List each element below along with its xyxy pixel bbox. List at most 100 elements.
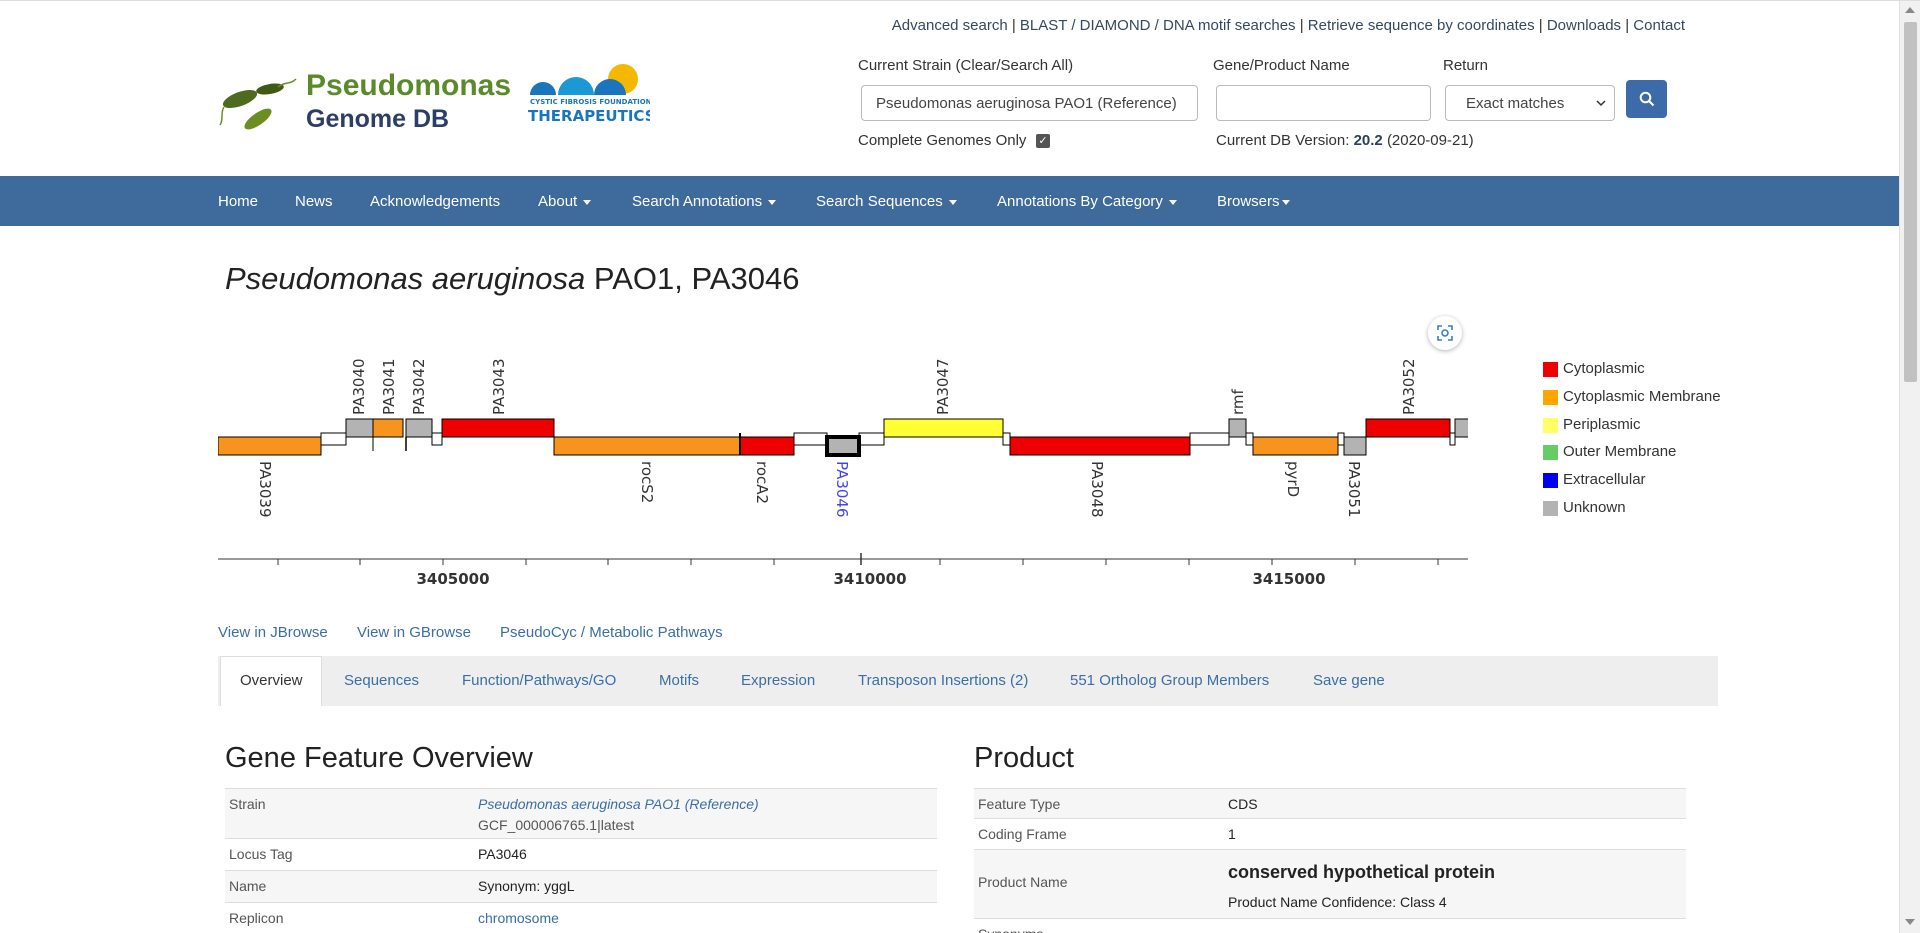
strain-gene: PAO1, PA3046 xyxy=(593,261,800,296)
product-row-product-name: Product Name conserved hypothetical prot… xyxy=(974,849,1686,918)
advanced-search-link[interactable]: Advanced search xyxy=(892,17,1008,34)
logo-title[interactable]: Pseudomonas xyxy=(306,69,511,103)
caret-down-icon xyxy=(1168,199,1177,205)
chevron-down-icon xyxy=(1596,100,1606,107)
gene-label-rmf[interactable]: rmf xyxy=(1229,388,1247,415)
nav-browsers[interactable]: Browsers xyxy=(1217,193,1290,210)
cff-small-text: CYSTIC FIBROSIS FOUNDATION xyxy=(530,98,650,106)
gene-PA3046-selected[interactable] xyxy=(825,435,861,457)
gene-label-PA3039[interactable]: PA3039 xyxy=(256,461,274,518)
gene-pyrD[interactable] xyxy=(1252,436,1339,456)
gene-label-pyrD[interactable]: pyrD xyxy=(1284,461,1302,497)
gene-label-PA3051[interactable]: PA3051 xyxy=(1345,461,1363,518)
row-key: Replicon xyxy=(229,910,284,926)
legend-swatch xyxy=(1543,390,1558,405)
nav-about[interactable]: About xyxy=(538,193,592,210)
locus-tag-value: PA3046 xyxy=(478,846,527,862)
caret-down-icon xyxy=(768,199,777,205)
retrieve-sequence-link[interactable]: Retrieve sequence by coordinates xyxy=(1308,17,1535,34)
tab-ortholog-group-members[interactable]: 551 Ortholog Group Members xyxy=(1070,672,1269,689)
downloads-link[interactable]: Downloads xyxy=(1547,17,1621,34)
search-button[interactable] xyxy=(1626,80,1667,118)
legend-swatch xyxy=(1543,445,1558,460)
strain-accession: GCF_000006765.1|latest xyxy=(478,817,635,833)
db-version-date: (2020-09-21) xyxy=(1386,132,1474,149)
gene-tabs: Overview Sequences Function/Pathways/GO … xyxy=(218,656,1718,706)
tab-function-pathways-go[interactable]: Function/Pathways/GO xyxy=(462,672,616,689)
gene-rmf[interactable] xyxy=(1228,418,1247,438)
gene-PA3040[interactable] xyxy=(345,418,374,438)
tab-save-gene[interactable]: Save gene xyxy=(1313,672,1385,689)
nav-search-annotations[interactable]: Search Annotations xyxy=(632,193,777,210)
gene-rocS2[interactable] xyxy=(553,436,741,456)
page-scrollbar[interactable] xyxy=(1899,1,1920,933)
blast-link[interactable]: BLAST / DIAMOND / DNA motif searches xyxy=(1020,17,1296,34)
search-icon xyxy=(1639,91,1655,107)
gene-label-PA3052[interactable]: PA3052 xyxy=(1400,358,1418,415)
top-links: Advanced search | BLAST / DIAMOND / DNA … xyxy=(891,17,1685,34)
legend-label: Outer Membrane xyxy=(1563,443,1677,460)
scroll-down-icon[interactable] xyxy=(1905,919,1915,925)
overview-row-locus-tag: Locus Tag PA3046 xyxy=(225,838,937,870)
bacteria-logo-icon[interactable] xyxy=(218,71,298,133)
tab-transposon-insertions[interactable]: Transposon Insertions (2) xyxy=(858,672,1028,689)
scroll-up-icon[interactable] xyxy=(1905,7,1915,13)
page-title: Pseudomonas aeruginosa PAO1, PA3046 xyxy=(225,261,799,297)
product-name-value: conserved hypothetical protein xyxy=(1228,862,1496,882)
strain-input[interactable] xyxy=(861,85,1198,121)
gene-PA3039[interactable] xyxy=(218,436,322,456)
gene-label-PA3043[interactable]: PA3043 xyxy=(490,358,508,415)
tab-overview[interactable]: Overview xyxy=(240,672,303,689)
gene-label-rocA2[interactable]: rocA2 xyxy=(753,461,771,504)
gbrowse-link[interactable]: View in GBrowse xyxy=(357,624,471,641)
gene-label-PA3040[interactable]: PA3040 xyxy=(350,358,368,415)
nav-home[interactable]: Home xyxy=(218,193,258,210)
axis-label-3415000: 3415000 xyxy=(1252,570,1325,588)
gene-PA3047[interactable] xyxy=(883,418,1004,438)
product-row-feature-type: Feature Type CDS xyxy=(974,788,1686,818)
gene-PA3042[interactable] xyxy=(405,418,433,438)
gene-PA3051[interactable] xyxy=(1343,436,1367,456)
legend-swatch xyxy=(1543,418,1558,433)
product-row-synonyms: Synonyms xyxy=(974,918,1686,933)
tab-expression[interactable]: Expression xyxy=(741,672,815,689)
pseudocyc-link[interactable]: PseudoCyc / Metabolic Pathways xyxy=(500,624,723,641)
nav-acknowledgements[interactable]: Acknowledgements xyxy=(370,193,500,210)
intergenic-region xyxy=(1189,432,1230,446)
return-select[interactable]: Exact matches xyxy=(1445,85,1615,121)
gene-label-rocS2[interactable]: rocS2 xyxy=(638,461,656,503)
row-key: Product Name xyxy=(978,874,1068,890)
caret-down-icon xyxy=(948,199,957,205)
tab-sequences[interactable]: Sequences xyxy=(344,672,419,689)
nav-search-sequences[interactable]: Search Sequences xyxy=(816,193,957,210)
gene-partial-right[interactable] xyxy=(1454,418,1468,438)
replicon-link[interactable]: chromosome xyxy=(478,910,559,926)
gene-rocA2[interactable] xyxy=(739,436,795,456)
jbrowse-link[interactable]: View in JBrowse xyxy=(218,624,328,641)
intergenic-region xyxy=(1002,432,1011,446)
complete-genomes-checkbox[interactable]: ✓ xyxy=(1036,134,1050,148)
nav-annotations-by-category[interactable]: Annotations By Category xyxy=(997,193,1177,210)
db-version-prefix: Current DB Version: xyxy=(1216,132,1350,149)
gene-label-PA3041[interactable]: PA3041 xyxy=(380,358,398,415)
cff-therapeutics-logo[interactable]: CYSTIC FIBROSIS FOUNDATION THERAPEUTICS xyxy=(528,61,650,127)
gene-label-PA3048[interactable]: PA3048 xyxy=(1088,461,1106,518)
logo-subtitle[interactable]: Genome DB xyxy=(306,105,449,134)
gene-PA3043[interactable] xyxy=(441,418,555,438)
scroll-thumb[interactable] xyxy=(1904,22,1917,382)
gene-PA3052[interactable] xyxy=(1365,418,1451,438)
strain-link[interactable]: Pseudomonas aeruginosa PAO1 (Reference) xyxy=(478,796,759,812)
gene-PA3041[interactable] xyxy=(372,418,404,438)
nav-news[interactable]: News xyxy=(295,193,333,210)
gene-label-PA3047[interactable]: PA3047 xyxy=(934,358,952,415)
gene-PA3048[interactable] xyxy=(1009,436,1191,456)
legend-label: Unknown xyxy=(1563,499,1626,516)
gene-label-PA3042[interactable]: PA3042 xyxy=(410,358,428,415)
nav-search-annotations-label: Search Annotations xyxy=(632,193,763,210)
legend-swatch xyxy=(1543,473,1558,488)
gene-name-input[interactable] xyxy=(1216,85,1431,121)
strain-label: Current Strain (Clear/Search All) xyxy=(858,57,1074,74)
contact-link[interactable]: Contact xyxy=(1633,17,1685,34)
tab-motifs[interactable]: Motifs xyxy=(659,672,699,689)
gene-label-PA3046[interactable]: PA3046 xyxy=(833,461,851,518)
